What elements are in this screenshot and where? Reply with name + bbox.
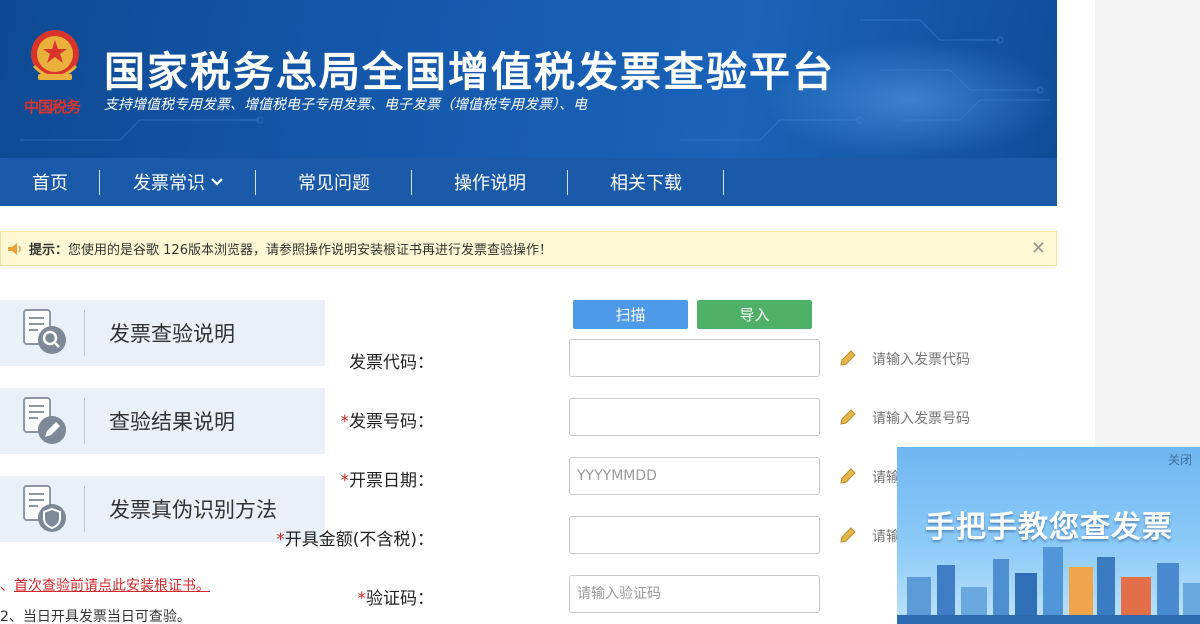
nav-item-invoice-knowledge[interactable]: 发票常识 <box>100 158 256 206</box>
speaker-icon <box>8 242 21 255</box>
tip-install-certificate: 、首次查验前请点此安装根证书。 <box>0 575 210 595</box>
main-nav: 首页 发票常识 常见问题 操作说明 相关下载 <box>0 158 1057 206</box>
invoice-code-hint: 请输入发票代码 <box>872 352 970 368</box>
issue-date-hint: 请输 <box>872 470 900 486</box>
captcha-input[interactable] <box>569 575 820 613</box>
ad-title: 手把手教您查发票 <box>925 510 1173 545</box>
emblem-text: 中国税务 <box>24 98 81 116</box>
close-icon[interactable]: ✕ <box>1031 238 1046 259</box>
tip-prefix: 、 <box>0 578 14 594</box>
required-mark: * <box>276 530 285 550</box>
notice-text: 您使用的是谷歌 126版本浏览器，请参照操作说明安装根证书再进行发票查验操作！ <box>68 243 552 258</box>
ad-close-button[interactable]: 关闭 <box>1168 451 1192 468</box>
field-label-text: 发票号码： <box>349 412 434 432</box>
invoice-number-hint: 请输入发票号码 <box>872 411 970 427</box>
menu-card-verify-guide[interactable]: 发票查验说明 <box>0 300 325 366</box>
site-title: 国家税务总局全国增值税发票查验平台 <box>104 48 835 96</box>
nav-item-label: 相关下载 <box>610 173 682 194</box>
amount-label: *开具金额(不含税)： <box>276 525 434 550</box>
header-banner: 中国税务 国家税务总局全国增值税发票查验平台 支持增值税专用发票、增值税电子专用… <box>0 0 1057 158</box>
browser-notice: 提示： 您使用的是谷歌 126版本浏览器，请参照操作说明安装根证书再进行发票查验… <box>0 231 1057 266</box>
captcha-label: *验证码： <box>358 584 435 609</box>
pencil-icon <box>840 350 856 366</box>
document-edit-icon <box>0 388 80 454</box>
menu-card-result-guide[interactable]: 查验结果说明 <box>0 388 325 454</box>
menu-card-divider <box>84 398 85 444</box>
tax-emblem-icon <box>31 30 79 80</box>
required-mark: * <box>340 412 350 432</box>
tutorial-ad-popup[interactable]: 关闭 手把手教您查发票 <box>897 447 1200 624</box>
nav-item-instructions[interactable]: 操作说明 <box>412 158 568 206</box>
invoice-number-label: *发票号码： <box>341 407 435 432</box>
menu-card-label: 发票真伪识别方法 <box>109 498 277 522</box>
tip-same-day: 2、当日开具发票当日可查验。 <box>0 609 191 624</box>
invoice-code-input[interactable] <box>569 339 820 377</box>
chevron-down-icon <box>211 178 223 186</box>
pencil-icon <box>840 468 856 484</box>
site-subtitle: 支持增值税专用发票、增值税电子专用发票、电子发票（增值税专用发票）、电 <box>104 97 587 113</box>
menu-card-label: 查验结果说明 <box>109 410 235 434</box>
nav-item-label: 发票常识 <box>133 173 205 194</box>
field-label-text: 发票代码： <box>349 353 434 373</box>
pencil-icon <box>840 409 856 425</box>
field-label-text: 开票日期： <box>349 471 434 491</box>
nav-item-home[interactable]: 首页 <box>0 158 100 206</box>
notice-prefix: 提示： <box>29 243 69 258</box>
document-shield-icon <box>0 476 80 542</box>
invoice-code-label: 发票代码： <box>349 348 434 373</box>
amount-hint: 请输 <box>872 529 900 545</box>
field-label-text: 开具金额(不含税)： <box>284 530 434 550</box>
install-certificate-link[interactable]: 首次查验前请点此安装根证书。 <box>14 578 210 594</box>
menu-card-divider <box>84 486 85 532</box>
invoice-number-input[interactable] <box>569 398 820 436</box>
pencil-icon <box>840 527 856 543</box>
amount-input[interactable] <box>569 516 820 554</box>
menu-card-divider <box>84 310 85 356</box>
scan-button[interactable]: 扫描 <box>573 300 688 329</box>
nav-item-label: 操作说明 <box>454 173 526 194</box>
menu-card-label: 发票查验说明 <box>109 322 235 346</box>
import-button[interactable]: 导入 <box>697 300 812 329</box>
page: 中国税务 国家税务总局全国增值税发票查验平台 支持增值税专用发票、增值税电子专用… <box>0 0 1200 624</box>
document-search-icon <box>0 300 80 366</box>
required-mark: * <box>357 589 367 609</box>
nav-item-label: 常见问题 <box>298 173 370 194</box>
nav-item-label: 首页 <box>32 173 68 194</box>
required-mark: * <box>340 471 350 491</box>
nav-item-downloads[interactable]: 相关下载 <box>568 158 724 206</box>
field-label-text: 验证码： <box>366 589 434 609</box>
issue-date-label: *开票日期： <box>341 466 435 491</box>
issue-date-input[interactable] <box>569 457 820 495</box>
nav-item-faq[interactable]: 常见问题 <box>256 158 412 206</box>
